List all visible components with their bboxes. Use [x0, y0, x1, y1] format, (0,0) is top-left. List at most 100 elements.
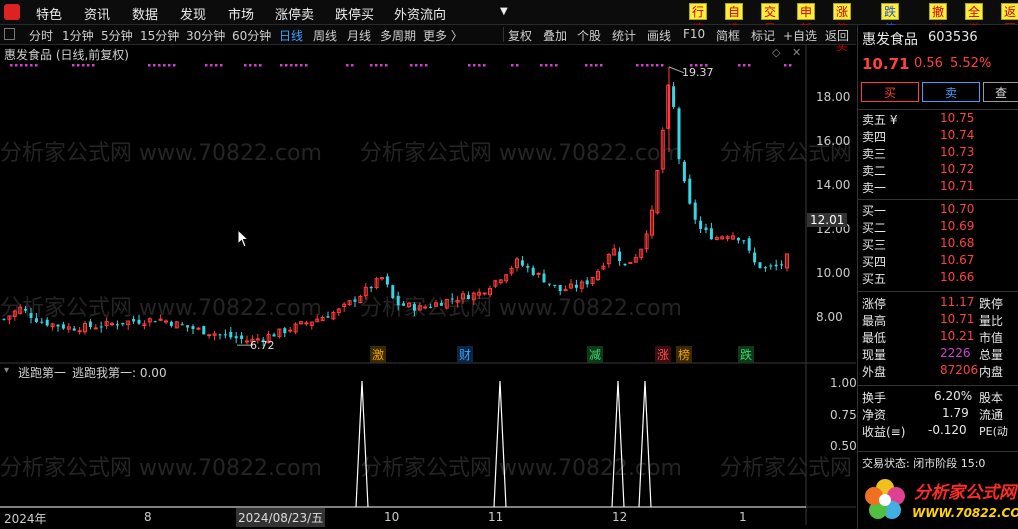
indicator-toggle-icon[interactable]: ▾	[4, 365, 9, 376]
event-tag[interactable]: 跌	[738, 346, 755, 363]
menu-news[interactable]: 资讯	[84, 4, 110, 23]
stat-label: 最高	[862, 314, 887, 328]
divider	[858, 451, 1018, 452]
tool-mark[interactable]: 标记	[751, 27, 775, 44]
menu-limit-down-buy[interactable]: 跌停买	[335, 4, 374, 23]
new-issue-button[interactable]: 申新	[797, 3, 816, 36]
event-tag[interactable]: 财	[457, 346, 474, 363]
signal-marker	[20, 64, 23, 67]
candlestick-series	[2, 66, 789, 347]
back-button[interactable]: 返回	[1001, 3, 1018, 36]
signal-marker	[163, 64, 166, 67]
period-60min[interactable]: 60分钟	[232, 27, 271, 44]
ask-price[interactable]: 10.72	[940, 162, 974, 176]
ask-price[interactable]: 10.73	[940, 145, 974, 159]
price-highlight-label: 12.01	[807, 213, 848, 227]
bid-price[interactable]: 10.66	[940, 270, 974, 284]
candle-body	[526, 265, 530, 268]
period-1min[interactable]: 1分钟	[62, 27, 94, 44]
event-tag[interactable]: 榜	[676, 346, 693, 363]
period-30min[interactable]: 30分钟	[186, 27, 225, 44]
tool-f10[interactable]: F10	[683, 27, 705, 41]
signal-marker	[468, 64, 471, 67]
price-chart[interactable]	[0, 45, 856, 525]
event-tag[interactable]: 涨	[655, 346, 672, 363]
signal-marker	[259, 64, 262, 67]
candle-body	[207, 334, 212, 337]
signal-marker	[511, 64, 514, 67]
limit-down-sell-button[interactable]: 跌停卖	[881, 3, 900, 53]
period-more[interactable]: 更多 〉	[423, 27, 463, 44]
bid-price[interactable]: 10.70	[940, 202, 974, 216]
tool-stock[interactable]: 个股	[577, 27, 601, 44]
ask-price[interactable]: 10.74	[940, 128, 974, 142]
menu-special[interactable]: 特色	[36, 4, 62, 23]
toolbar-divider	[503, 27, 504, 42]
chart-area[interactable]: 分析家公式网 www.70822.com 分析家公式网 www.70822.co…	[0, 45, 1018, 527]
candle-body	[369, 286, 373, 289]
candle-body	[774, 264, 778, 267]
period-intraday[interactable]: 分时	[29, 27, 53, 44]
tool-overlay[interactable]: 叠加	[543, 27, 567, 44]
cancel-all-button[interactable]: 全撤	[965, 3, 984, 36]
bid-price[interactable]: 10.69	[940, 219, 974, 233]
candle-body	[709, 228, 713, 240]
cancel-order-button[interactable]: 撤单	[929, 3, 948, 36]
tool-add-watchlist[interactable]: +自选	[783, 27, 817, 44]
tool-draw[interactable]: 画线	[647, 27, 671, 44]
date-axis-label: 12	[612, 510, 628, 524]
menu-market[interactable]: 市场	[228, 4, 254, 23]
tool-simple-frame[interactable]: 简框	[716, 27, 740, 44]
price-axis-label: 18.00	[816, 90, 851, 104]
layout-toggle-icon[interactable]	[4, 28, 15, 40]
period-daily[interactable]: 日线	[279, 27, 303, 44]
candle-body	[29, 313, 33, 318]
menu-limit-up-sell[interactable]: 涨停卖	[275, 4, 314, 23]
indicator-title: 逃跑第一	[18, 366, 67, 380]
diamond-icon[interactable]: ◇	[772, 46, 780, 59]
period-15min[interactable]: 15分钟	[140, 27, 179, 44]
tool-stats[interactable]: 统计	[612, 27, 636, 44]
period-5min[interactable]: 5分钟	[101, 27, 133, 44]
stat-value: -0.120	[928, 423, 967, 437]
candle-body	[93, 327, 98, 330]
candle-body	[763, 267, 767, 269]
ask-label: 卖五 ¥	[862, 113, 898, 127]
signal-marker	[478, 64, 481, 67]
tool-back[interactable]: 返回	[825, 27, 849, 44]
quote-button[interactable]: 行情	[689, 3, 708, 36]
bid-price[interactable]: 10.68	[940, 236, 974, 250]
stat-value: 10.71	[940, 312, 975, 326]
stat-value: 87206	[940, 363, 979, 377]
menu-discover[interactable]: 发现	[180, 4, 206, 23]
stat-label: 换手	[862, 391, 887, 405]
sell-button[interactable]: 卖	[922, 82, 980, 102]
candle-body	[77, 330, 82, 333]
watchlist-button[interactable]: 自选	[725, 3, 744, 36]
signal-marker	[375, 64, 378, 67]
signal-marker	[30, 64, 33, 67]
ask-price[interactable]: 10.71	[940, 179, 974, 193]
limit-up-buy-button[interactable]: 涨停买	[833, 3, 852, 53]
period-monthly[interactable]: 月线	[347, 27, 371, 44]
query-button[interactable]: 查	[983, 82, 1018, 102]
period-multi[interactable]: 多周期	[380, 27, 416, 44]
event-tag[interactable]: 激	[370, 346, 387, 363]
stock-code: 603536	[928, 30, 978, 45]
tool-adjust[interactable]: 复权	[508, 27, 532, 44]
trade-button[interactable]: 交易	[761, 3, 780, 36]
ask-price[interactable]: 10.75	[940, 111, 974, 125]
buy-button[interactable]: 买	[861, 82, 919, 102]
menu-dropdown-icon[interactable]: ▼	[500, 6, 508, 17]
indicator-spike	[638, 380, 652, 508]
period-weekly[interactable]: 周线	[313, 27, 337, 44]
bid-price[interactable]: 10.67	[940, 253, 974, 267]
app-logo-icon[interactable]	[4, 4, 20, 20]
close-icon[interactable]: ✕	[792, 46, 801, 59]
candle-body	[736, 237, 740, 241]
candle-body	[742, 240, 746, 242]
event-tag[interactable]: 减	[587, 346, 604, 363]
menu-foreign-flow[interactable]: 外资流向	[394, 4, 446, 23]
menu-data[interactable]: 数据	[132, 4, 158, 23]
candle-body	[240, 335, 244, 340]
